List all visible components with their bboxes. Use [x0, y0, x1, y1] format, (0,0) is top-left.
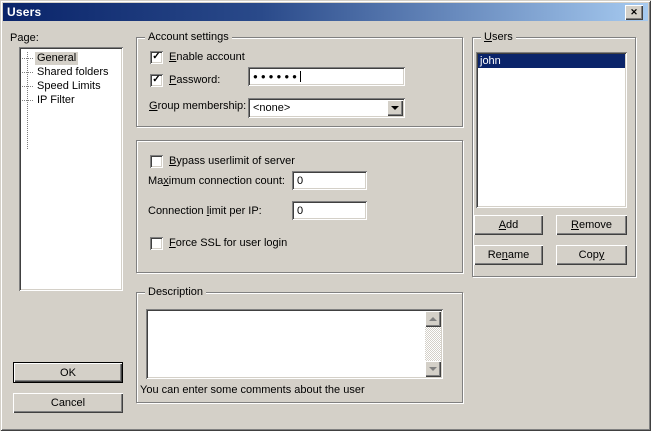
- close-icon: ✕: [630, 7, 638, 17]
- page-item-ip-filter[interactable]: IP Filter: [22, 93, 123, 107]
- max-connection-count-label: Maximum connection count:: [148, 175, 285, 188]
- connection-limit-per-ip-value: 0: [297, 205, 303, 217]
- scroll-down-button[interactable]: [425, 361, 441, 377]
- page-list[interactable]: General Shared folders Speed Limits IP F…: [19, 47, 123, 291]
- group-membership-label: Group membership:: [149, 100, 246, 113]
- scroll-up-button[interactable]: [425, 311, 441, 327]
- titlebar[interactable]: Users: [3, 3, 648, 21]
- bypass-userlimit-label: Bypass userlimit of server: [169, 155, 295, 168]
- account-settings-title: Account settings: [145, 31, 232, 44]
- window-title: Users: [7, 5, 41, 19]
- chevron-down-icon: [391, 106, 399, 114]
- arrow-down-icon: [429, 367, 437, 375]
- users-list[interactable]: john: [476, 52, 627, 208]
- scrollbar-track[interactable]: [425, 327, 441, 361]
- force-ssl-label: Force SSL for user login: [169, 237, 287, 250]
- text-cursor: [300, 71, 301, 82]
- tree-branch-icon: [22, 86, 33, 87]
- description-textarea[interactable]: [146, 309, 443, 379]
- page-item-general[interactable]: General: [22, 51, 123, 65]
- copy-button[interactable]: Copy: [556, 245, 627, 265]
- tree-branch-icon: [22, 72, 33, 73]
- description-hint: You can enter some comments about the us…: [140, 384, 365, 396]
- check-icon: ✓: [152, 51, 160, 62]
- ok-button[interactable]: OK: [13, 362, 123, 383]
- page-item-speed-limits[interactable]: Speed Limits: [22, 79, 123, 93]
- enable-account-checkbox[interactable]: ✓: [150, 51, 163, 64]
- add-button[interactable]: Add: [474, 215, 543, 235]
- bypass-userlimit-checkbox[interactable]: [150, 155, 163, 168]
- group-membership-select[interactable]: <none>: [248, 98, 405, 118]
- page-label: Page:: [10, 32, 39, 45]
- close-button[interactable]: ✕: [625, 5, 643, 20]
- remove-button[interactable]: Remove: [556, 215, 627, 235]
- connection-limit-per-ip-label: Connection limit per IP:: [148, 205, 262, 218]
- enable-account-label: Enable account: [169, 51, 245, 64]
- group-membership-value: <none>: [253, 102, 290, 114]
- users-group-title: Users: [481, 31, 516, 44]
- password-label: Password:: [169, 74, 220, 87]
- tree-branch-icon: [22, 100, 33, 101]
- description-title: Description: [145, 286, 206, 299]
- user-list-item-john[interactable]: john: [478, 54, 625, 68]
- force-ssl-checkbox[interactable]: [150, 237, 163, 250]
- tree-branch-icon: [22, 58, 33, 59]
- password-input[interactable]: ●●●●●●: [248, 67, 405, 86]
- max-connection-count-input[interactable]: 0: [292, 171, 367, 190]
- max-connection-count-value: 0: [297, 175, 303, 187]
- password-checkbox[interactable]: ✓: [150, 74, 163, 87]
- cancel-button[interactable]: Cancel: [13, 393, 123, 413]
- password-value: ●●●●●●: [253, 72, 300, 82]
- description-scrollbar[interactable]: [425, 311, 441, 377]
- connection-limit-per-ip-input[interactable]: 0: [292, 201, 367, 220]
- check-icon: ✓: [152, 74, 160, 85]
- rename-button[interactable]: Rename: [474, 245, 543, 265]
- arrow-up-icon: [429, 313, 437, 321]
- dropdown-button[interactable]: [387, 100, 403, 116]
- users-dialog: Users ✕ Page: General Shared folders Spe…: [0, 0, 651, 431]
- page-item-shared-folders[interactable]: Shared folders: [22, 65, 123, 79]
